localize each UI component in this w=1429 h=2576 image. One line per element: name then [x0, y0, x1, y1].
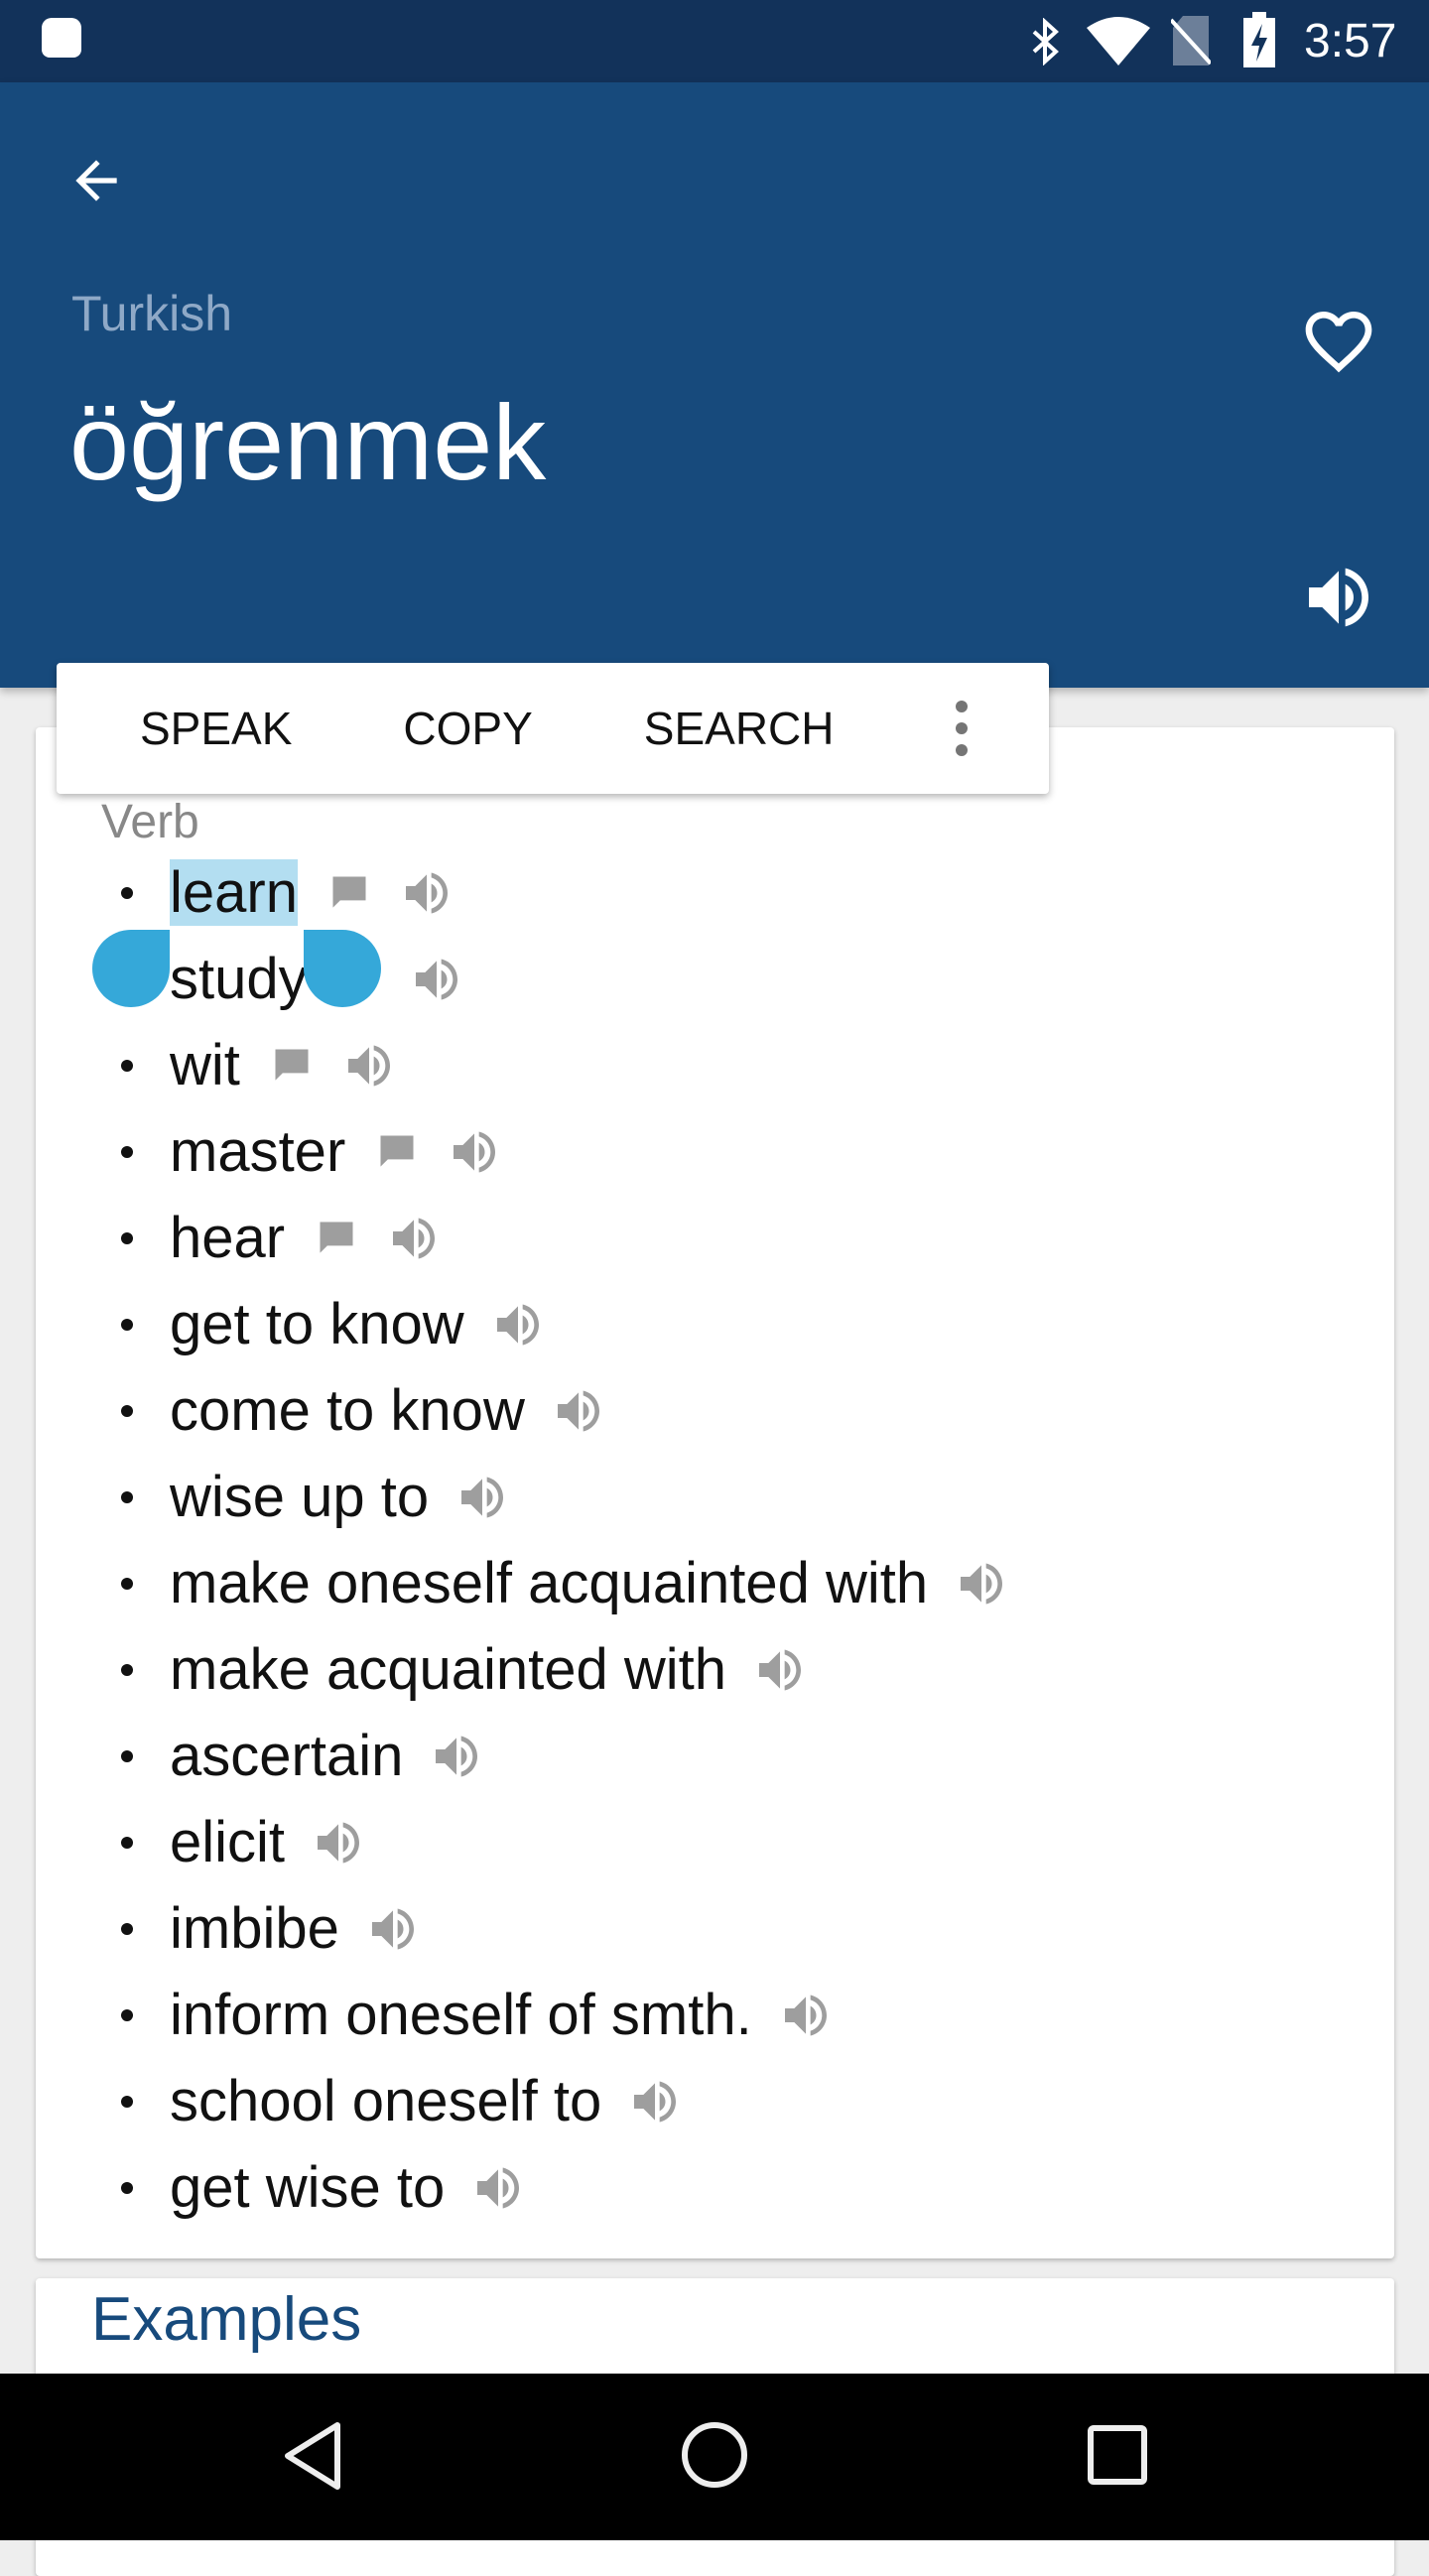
- speaker-icon[interactable]: [1299, 558, 1378, 637]
- list-item: learn: [121, 849, 455, 936]
- status-bar: 3:57: [0, 0, 1429, 82]
- speaker-icon[interactable]: [365, 1901, 421, 1957]
- bullet: [121, 1145, 133, 1158]
- app-header: Turkish öğrenmek: [0, 82, 1429, 688]
- list-item: make acquainted with: [121, 1626, 808, 1713]
- bullet: [121, 2181, 133, 2194]
- back-arrow-icon[interactable]: [65, 150, 127, 211]
- bullet: [121, 1404, 133, 1417]
- list-item: hear: [121, 1195, 442, 1281]
- part-of-speech-label: Verb: [101, 796, 199, 848]
- battery-charging-icon: [1243, 12, 1275, 67]
- list-item: come to know: [121, 1367, 606, 1454]
- bullet: [121, 1922, 133, 1935]
- examples-title: Examples: [91, 2285, 362, 2354]
- translation-text[interactable]: school oneself to: [170, 2068, 601, 2134]
- list-item: school oneself to: [121, 2058, 683, 2144]
- android-icon: [42, 18, 81, 58]
- home-nav-icon[interactable]: [681, 2421, 748, 2489]
- translation-text[interactable]: get to know: [170, 1291, 464, 1357]
- more-options-icon[interactable]: [954, 701, 970, 756]
- wifi-icon: [1087, 17, 1150, 65]
- list-item: ascertain: [121, 1713, 484, 1799]
- bullet: [121, 1059, 133, 1072]
- copy-button[interactable]: COPY: [403, 702, 532, 755]
- speaker-icon[interactable]: [470, 2160, 526, 2216]
- list-item: make oneself acquainted with: [121, 1540, 1009, 1626]
- speaker-icon[interactable]: [954, 1556, 1009, 1611]
- translation-text[interactable]: imbibe: [170, 1895, 339, 1962]
- speaker-icon[interactable]: [386, 1211, 442, 1266]
- bullet: [121, 2008, 133, 2021]
- speaker-icon[interactable]: [311, 1815, 366, 1870]
- bluetooth-icon: [1032, 18, 1059, 65]
- bullet: [121, 1577, 133, 1590]
- bullet: [121, 886, 133, 899]
- speaker-icon[interactable]: [341, 1038, 397, 1094]
- translation-text[interactable]: inform oneself of smth.: [170, 1982, 752, 2048]
- speaker-icon[interactable]: [551, 1383, 606, 1439]
- speaker-icon[interactable]: [627, 2074, 683, 2129]
- list-item: master: [121, 1108, 502, 1195]
- translation-text[interactable]: make acquainted with: [170, 1636, 726, 1703]
- list-item: get wise to: [121, 2144, 526, 2231]
- clock: 3:57: [1304, 15, 1397, 67]
- speaker-icon[interactable]: [447, 1124, 502, 1180]
- headword: öğrenmek: [69, 382, 547, 502]
- chat-bubble-icon[interactable]: [270, 1044, 314, 1088]
- translation-text[interactable]: study: [170, 946, 308, 1012]
- chat-bubble-icon[interactable]: [375, 1130, 419, 1174]
- speaker-icon[interactable]: [455, 1470, 510, 1525]
- speaker-icon[interactable]: [409, 952, 464, 1007]
- translation-text[interactable]: wit: [170, 1032, 240, 1098]
- chat-bubble-icon[interactable]: [315, 1217, 358, 1260]
- speaker-icon[interactable]: [778, 1988, 834, 2043]
- bullet: [121, 1663, 133, 1676]
- bullet: [121, 1318, 133, 1331]
- translation-text[interactable]: get wise to: [170, 2154, 445, 2221]
- list-item: imbibe: [121, 1885, 421, 1972]
- bullet: [121, 1231, 133, 1244]
- speaker-icon[interactable]: [752, 1642, 808, 1698]
- translation-text[interactable]: elicit: [170, 1809, 285, 1875]
- speaker-icon[interactable]: [399, 865, 455, 921]
- selection-handle-end[interactable]: [304, 930, 381, 1007]
- list-item: elicit: [121, 1799, 366, 1885]
- back-nav-icon[interactable]: [282, 2421, 341, 2491]
- list-item: wise up to: [121, 1454, 510, 1540]
- list-item: inform oneself of smth.: [121, 1972, 834, 2058]
- bullet: [121, 1836, 133, 1849]
- recents-nav-icon[interactable]: [1088, 2425, 1147, 2485]
- text-selection-toolbar: SPEAK COPY SEARCH: [57, 663, 1049, 794]
- speaker-icon[interactable]: [490, 1297, 546, 1352]
- navigation-bar: [0, 2374, 1429, 2540]
- translation-text[interactable]: come to know: [170, 1377, 525, 1444]
- translation-text[interactable]: make oneself acquainted with: [170, 1550, 928, 1616]
- translation-text[interactable]: wise up to: [170, 1464, 429, 1530]
- no-sim-icon: [1171, 16, 1211, 65]
- list-item: wit: [121, 1022, 397, 1108]
- bullet: [121, 1749, 133, 1762]
- list-item: study: [121, 936, 464, 1022]
- speak-button[interactable]: SPEAK: [140, 702, 292, 755]
- language-label: Turkish: [71, 286, 233, 341]
- bullet: [121, 1490, 133, 1503]
- search-button[interactable]: SEARCH: [644, 702, 835, 755]
- chat-bubble-icon[interactable]: [327, 871, 371, 915]
- selection-handle-start[interactable]: [92, 930, 170, 1007]
- translation-text[interactable]: ascertain: [170, 1723, 403, 1789]
- list-item: get to know: [121, 1281, 546, 1367]
- heart-icon[interactable]: [1299, 302, 1378, 381]
- translations-card: Verb learn study wit master hear get to know c…: [36, 727, 1394, 2258]
- translation-text[interactable]: hear: [170, 1205, 285, 1271]
- translation-text[interactable]: learn: [170, 859, 298, 926]
- translation-text[interactable]: master: [170, 1118, 345, 1185]
- speaker-icon[interactable]: [429, 1729, 484, 1784]
- bullet: [121, 2095, 133, 2108]
